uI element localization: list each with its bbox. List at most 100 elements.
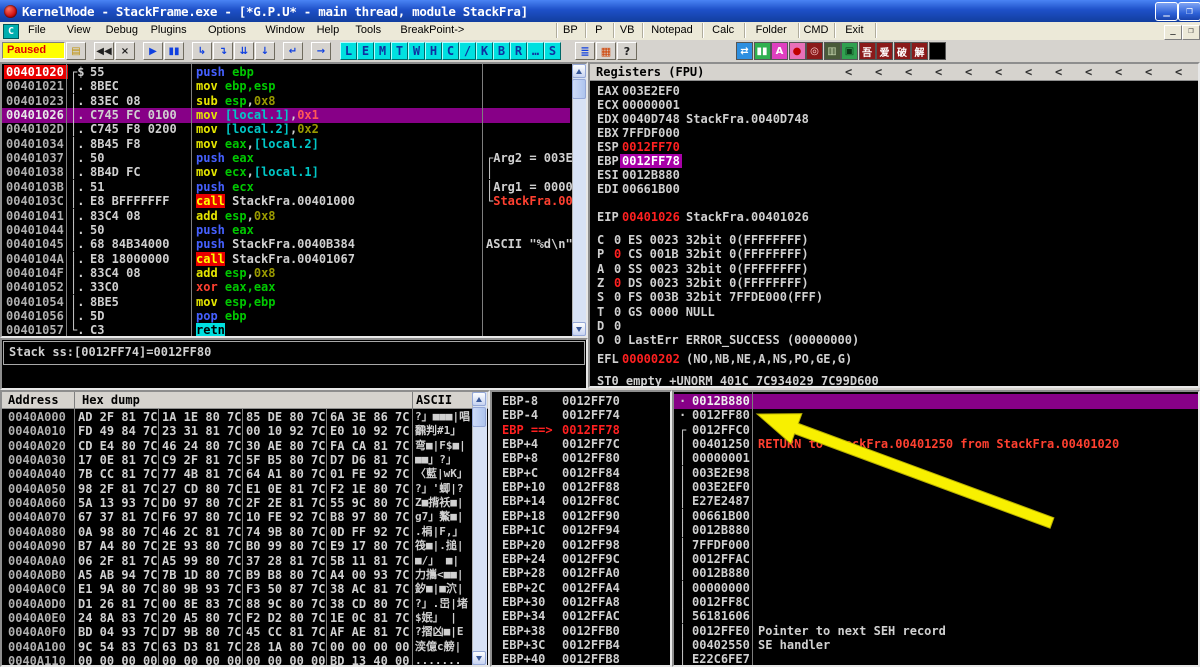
ebp-offset-row[interactable]: EBP+28 0012FFA0	[492, 566, 670, 581]
menu-item-debug[interactable]: Debug	[100, 22, 144, 39]
disasm-row[interactable]: 00401021 │. 8BEC mov ebp,esp	[2, 79, 570, 94]
ebp-offset-row[interactable]: EBP+10 0012FF88	[492, 480, 670, 495]
disasm-row[interactable]: 00401023 │. 83EC 08 sub esp,0x8	[2, 94, 570, 109]
disasm-row[interactable]: 00401044 │. 50 push eax	[2, 223, 570, 238]
hex-row[interactable]: 0040A0E0 24 8A 83 7C 20 A5 80 7C F2 D2 80 7…	[2, 611, 472, 626]
register-row[interactable]: EBX 7FFDF000	[590, 126, 1198, 141]
register-row-eip[interactable]: EIP 00401026 StackFra.00401026	[590, 210, 1198, 225]
toolbar-goto-button[interactable]: →	[311, 42, 331, 60]
flag-row[interactable]: S 0 FS 003B 32bit 7FFDE000(FFF)	[590, 290, 1198, 305]
toolbar-pause-button[interactable]: ▮▮	[164, 42, 184, 60]
toolbar-letter-button-R[interactable]: R	[510, 42, 527, 60]
collapse-chevron-icon[interactable]: <	[1115, 65, 1122, 79]
menu-item-options[interactable]: Options	[202, 22, 252, 39]
toolbar-letter-button-slash[interactable]: /	[459, 42, 476, 60]
collapse-chevron-icon[interactable]: <	[845, 65, 852, 79]
hex-row[interactable]: 0040A100 9C 54 83 7C 63 D3 81 7C 28 1A 80 7…	[2, 640, 472, 655]
toolbar-letter-button-T[interactable]: T	[391, 42, 408, 60]
ebp-offset-row[interactable]: EBP-8 0012FF70	[492, 394, 670, 409]
menu-item-calc[interactable]: Calc	[703, 22, 743, 39]
hex-row[interactable]: 0040A0B0 A5 AB 94 7C 7B 1D 80 7C B9 B8 80 7…	[2, 568, 472, 583]
menu-item-p[interactable]: P	[586, 22, 612, 39]
disasm-row[interactable]: 0040103B │. 51 push ecx │Arg1 = 00000	[2, 180, 572, 195]
disasm-scrollbar-track[interactable]	[572, 64, 586, 336]
flag-row[interactable]: O 0 LastErr ERROR_SUCCESS (00000000)	[590, 333, 1198, 348]
hex-row[interactable]: 0040A0C0 E1 9A 80 7C 80 9B 93 7C F3 50 87 7…	[2, 582, 472, 597]
ebp-offset-row[interactable]: EBP+8 0012FF80	[492, 451, 670, 466]
toolbar-window-plugin-button[interactable]: ▣	[841, 42, 858, 60]
toolbar-a-plugin-button[interactable]: A	[771, 42, 788, 60]
mdi-minimize-button[interactable]: _	[1164, 25, 1182, 40]
disasm-row[interactable]: 0040104F │. 83C4 08 add esp,0x8	[2, 266, 570, 281]
toolbar-target-plugin-button[interactable]: ◎	[806, 42, 823, 60]
ebp-offset-row[interactable]: EBP-4 0012FF74	[492, 408, 670, 423]
menu-item-cmd[interactable]: CMD	[799, 22, 832, 39]
disasm-row[interactable]: 00401041 │. 83C4 08 add esp,0x8	[2, 209, 570, 224]
toolbar-help-button[interactable]: ?	[617, 42, 637, 60]
hex-row[interactable]: 0040A070 67 37 81 7C F6 97 80 7C 10 FE 92 7…	[2, 510, 472, 525]
toolbar-cn-plugin-1-button[interactable]: 吾	[858, 42, 876, 60]
disasm-row[interactable]: 00401052 │. 33C0 xor eax,eax	[2, 280, 570, 295]
ebp-offset-row[interactable]: EBP+18 0012FF90	[492, 509, 670, 524]
hex-row[interactable]: 0040A030 17 0E 81 7C C9 2F 81 7C 5F B5 80 7…	[2, 453, 472, 468]
ebp-offset-row[interactable]: EBP+3C 0012FFB4	[492, 638, 670, 653]
hex-row[interactable]: 0040A0F0 BD 04 93 7C D7 9B 80 7C 45 CC 81 7…	[2, 625, 472, 640]
hex-row[interactable]: 0040A0D0 D1 26 81 7C 00 8E 83 7C 88 9C 80 7…	[2, 597, 472, 612]
hex-row[interactable]: 0040A020 CD E4 80 7C 46 24 80 7C 30 AE 80 7…	[2, 439, 472, 454]
disasm-row[interactable]: 00401045 │. 68 84B34000 push StackFra.0040B…	[2, 237, 572, 252]
disasm-row[interactable]: 00401056 │. 5D pop ebp	[2, 309, 570, 324]
toolbar-run-button[interactable]: ▶	[143, 42, 163, 60]
toolbar-restart-button[interactable]: ◀◀	[94, 42, 114, 60]
toolbar-open-file-button[interactable]: ▤	[66, 42, 86, 60]
ebp-offset-row[interactable]: EBP ==> 0012FF78	[492, 423, 670, 438]
toolbar-letter-button-W[interactable]: W	[408, 42, 425, 60]
hex-scrollbar-track[interactable]	[472, 392, 487, 665]
register-row[interactable]: EDI 00661B00	[590, 182, 1198, 197]
disasm-row[interactable]: 0040102D │. C745 F8 0200 mov [local.2],0x2	[2, 122, 570, 137]
flag-row[interactable]: D0	[590, 319, 1198, 334]
toolbar-letter-button-S[interactable]: S	[544, 42, 561, 60]
hex-row[interactable]: 0040A090 B7 A4 80 7C 2E 93 80 7C B0 99 80 7…	[2, 539, 472, 554]
disasm-row[interactable]: 00401020 ┌$ 55 push ebp	[2, 65, 570, 80]
toolbar-cn-plugin-3-button[interactable]: 破	[893, 42, 911, 60]
toolbar-step-over-button[interactable]: ↴	[213, 42, 233, 60]
disasm-row[interactable]: 0040103C │. E8 BFFFFFFF call StackFra.00401…	[2, 194, 572, 209]
mdi-child-icon[interactable]: C	[3, 24, 19, 39]
menu-item-tools[interactable]: Tools	[349, 22, 387, 39]
register-row[interactable]: ECX 00000001	[590, 98, 1198, 113]
ebp-offset-row[interactable]: EBP+34 0012FFAC	[492, 609, 670, 624]
disasm-row[interactable]: 00401054 │. 8BE5 mov esp,ebp	[2, 295, 570, 310]
toolbar-letter-button-H[interactable]: H	[425, 42, 442, 60]
mdi-restore-button[interactable]: ❐	[1182, 25, 1200, 40]
register-row[interactable]: EDX 0040D748 StackFra.0040D748	[590, 112, 1198, 127]
ebp-offset-row[interactable]: EBP+24 0012FF9C	[492, 552, 670, 567]
collapse-chevron-icon[interactable]: <	[1055, 65, 1062, 79]
toolbar-letter-button-more[interactable]: …	[527, 42, 544, 60]
ebp-offset-row[interactable]: EBP+1C 0012FF94	[492, 523, 670, 538]
menu-item-notepad[interactable]: Notepad	[643, 22, 702, 39]
restore-button[interactable]: ❐	[1178, 2, 1200, 21]
menu-item-folder[interactable]: Folder	[745, 22, 797, 39]
toolbar-cn-plugin-4-button[interactable]: 解	[911, 42, 928, 60]
toolbar-black-plugin-button[interactable]	[928, 42, 946, 60]
register-row[interactable]: EBP 0012FF78	[590, 154, 1198, 169]
toolbar-letter-button-L[interactable]: L	[340, 42, 357, 60]
fpu-row[interactable]: ST0 empty +UNORM 401C 7C934029 7C99D600	[590, 374, 1198, 386]
toolbar-letter-button-C[interactable]: C	[442, 42, 459, 60]
toolbar-pause-plugin-button[interactable]: ▮▮	[753, 42, 771, 60]
hex-row[interactable]: 0040A000 AD 2F 81 7C 1A 1E 80 7C 85 DE 80 7…	[2, 410, 472, 425]
hex-scrollbar-up-button[interactable]	[472, 392, 486, 406]
toolbar-windows-list-button[interactable]: ≣	[575, 42, 595, 60]
register-row[interactable]: ESP 0012FF70	[590, 140, 1198, 155]
flag-row[interactable]: P 0 CS 001B 32bit 0(FFFFFFFF)	[590, 247, 1198, 262]
hex-scrollbar-down-button[interactable]	[472, 651, 486, 665]
collapse-chevron-icon[interactable]: <	[1025, 65, 1032, 79]
collapse-chevron-icon[interactable]: <	[935, 65, 942, 79]
disasm-row[interactable]: 0040104A │. E8 18000000 call StackFra.00401…	[2, 251, 570, 267]
toolbar-refresh-plugin-button[interactable]: ⇄	[736, 42, 753, 60]
collapse-chevron-icon[interactable]: <	[1085, 65, 1092, 79]
collapse-chevron-icon[interactable]: <	[965, 65, 972, 79]
disasm-row[interactable]: 00401037 │. 50 push eax ┌Arg2 = 003E2	[2, 151, 572, 166]
toolbar-appearance-button[interactable]: ▦	[596, 42, 616, 60]
toolbar-letter-button-M[interactable]: M	[374, 42, 391, 60]
